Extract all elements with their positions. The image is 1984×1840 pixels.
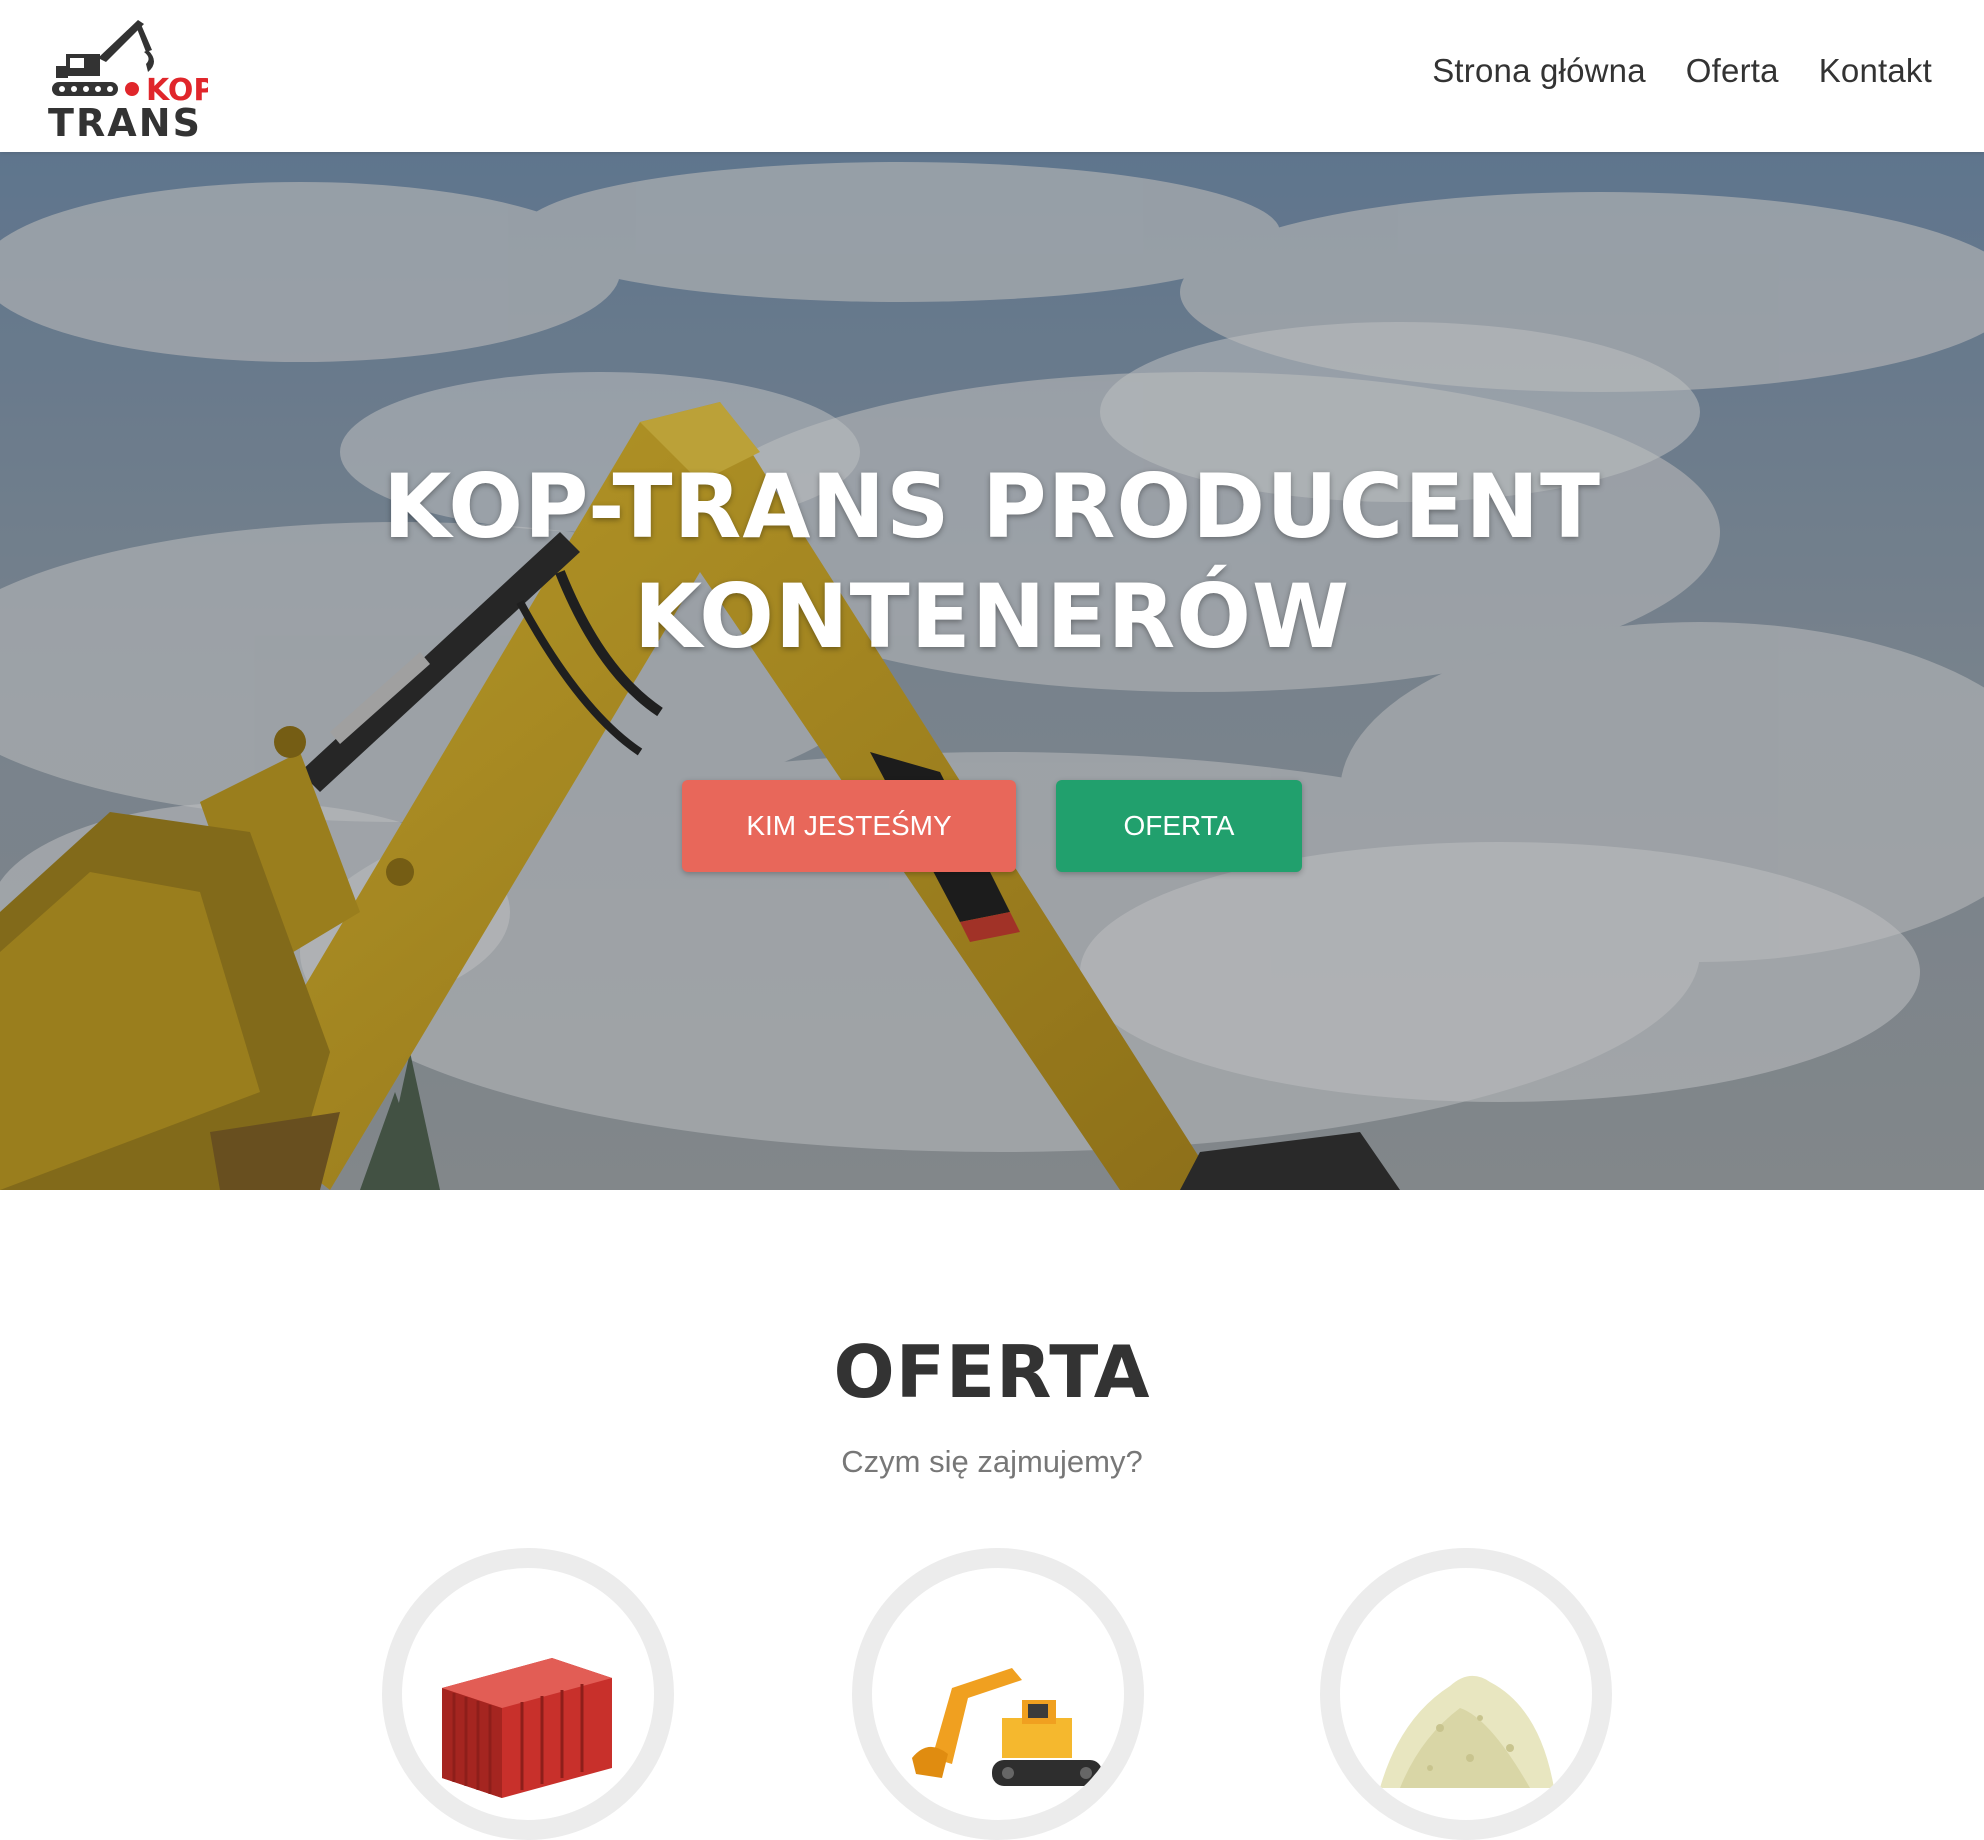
sand-pile-icon: [1380, 1675, 1554, 1788]
hero-buttons: KIM JESTEŚMY OFERTA: [0, 780, 1984, 872]
about-us-button[interactable]: KIM JESTEŚMY: [682, 780, 1016, 872]
main-nav: Strona główna Oferta Kontakt: [1432, 52, 1932, 90]
excavator-logo-icon: KOP TRANS: [48, 20, 215, 145]
offer-item-sand[interactable]: [1320, 1548, 1612, 1840]
offer-item-excavator[interactable]: [852, 1548, 1144, 1840]
nav-link-contact[interactable]: Kontakt: [1819, 52, 1932, 90]
hero-title-line1: KOP-TRANS PRODUCENT: [382, 455, 1602, 558]
offer-section-subtitle: Czym się zajmujemy?: [841, 1444, 1143, 1479]
nav-link-home[interactable]: Strona główna: [1432, 52, 1646, 90]
offer-section-title: OFERTA: [833, 1330, 1151, 1414]
nav-link-offer[interactable]: Oferta: [1686, 52, 1779, 90]
excavator-icon: [912, 1668, 1102, 1786]
shipping-container-icon: [442, 1658, 612, 1798]
logo-text-trans: TRANS: [48, 101, 200, 142]
offer-button[interactable]: OFERTA: [1056, 780, 1302, 872]
hero-title: KOP-TRANS PRODUCENT KONTENERÓW: [0, 452, 1984, 672]
site-logo[interactable]: KOP TRANS: [48, 10, 215, 145]
offer-item-container[interactable]: [382, 1548, 674, 1840]
hero-section: KOP-TRANS PRODUCENT KONTENERÓW KIM JESTE…: [0, 152, 1984, 1190]
hero-title-line2: KONTENERÓW: [633, 565, 1351, 668]
site-header: KOP TRANS Strona główna Oferta Kontakt: [0, 0, 1984, 152]
